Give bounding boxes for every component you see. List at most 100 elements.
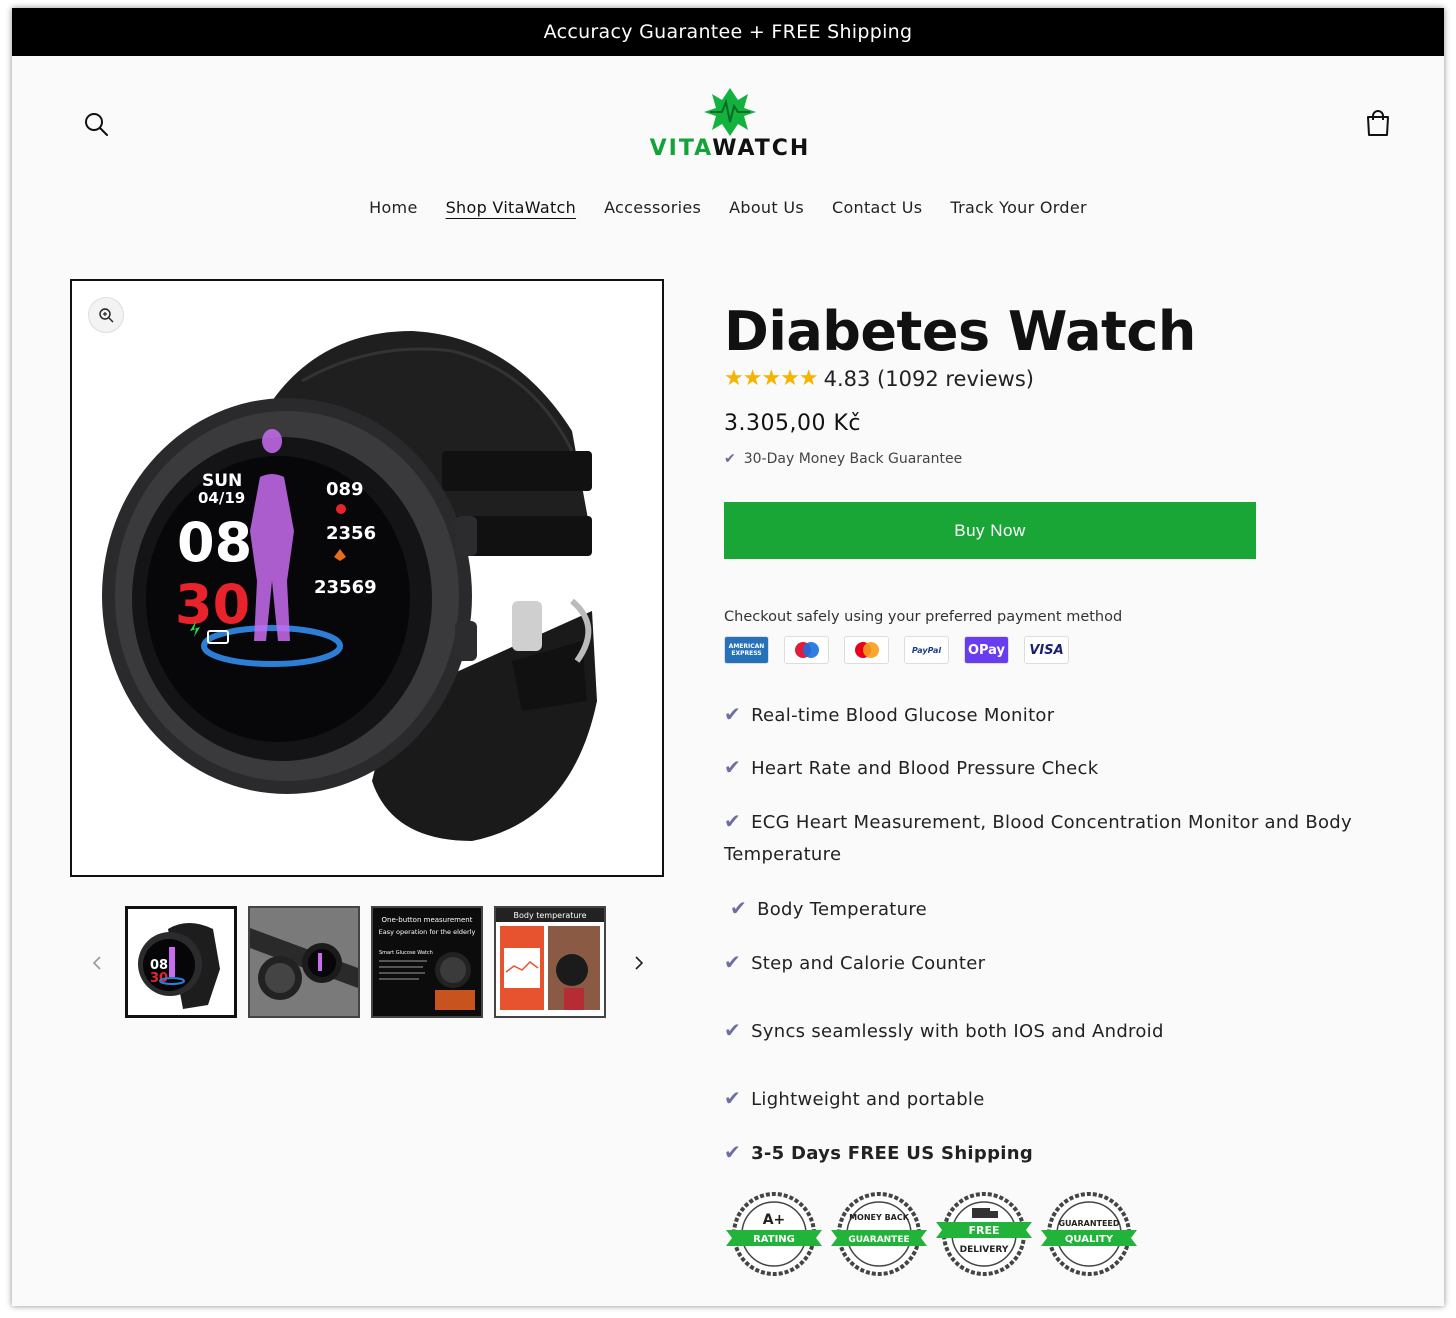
thumb3-line1: One-button measurement xyxy=(382,916,473,924)
watch-day: SUN xyxy=(202,471,242,491)
badge-4-top: GUARANTEED xyxy=(1058,1219,1119,1228)
check-icon: ✔ xyxy=(724,755,742,779)
product-price: 3.305,00 Kč xyxy=(724,411,861,436)
feature-text: 3-5 Days FREE US Shipping xyxy=(751,1143,1034,1164)
chevron-right-icon xyxy=(635,956,644,970)
product-rating[interactable]: ★★★★★ 4.83 (1092 reviews) xyxy=(724,366,1034,391)
badge-4-ribbon: QUALITY xyxy=(1065,1234,1114,1245)
watch-hour: 08 xyxy=(177,511,252,574)
mastercard-icon xyxy=(844,636,889,664)
checkout-text: Checkout safely using your preferred pay… xyxy=(724,609,1123,625)
check-icon: ✔ xyxy=(724,451,736,467)
visa-label: VISA xyxy=(1029,642,1064,658)
badge-1-top: A+ xyxy=(763,1212,786,1228)
feature-item: ✔ 3-5 Days FREE US Shipping xyxy=(724,1135,1033,1171)
check-icon: ✔ xyxy=(724,1140,742,1164)
logo-mark-icon xyxy=(704,88,756,136)
amex-label: AMERICAN EXPRESS xyxy=(728,643,765,657)
check-icon: ✔ xyxy=(724,702,742,726)
opay-label: OPay xyxy=(967,642,1006,658)
thumbnail-prev-button[interactable] xyxy=(86,952,108,974)
logo-part-watch: WATCH xyxy=(712,136,811,161)
feature-text: Lightweight and portable xyxy=(751,1089,985,1110)
product-title: Diabetes Watch xyxy=(724,300,1196,363)
watch-value-1: 089 xyxy=(326,479,364,500)
thumbnail-2[interactable] xyxy=(248,906,360,1018)
feature-text: Temperature xyxy=(724,844,842,865)
smartwatch-image: SUN 04/19 08 30 089 2356 23569 xyxy=(102,331,597,841)
feature-text: Real-time Blood Glucose Monitor xyxy=(751,705,1055,726)
feature-text: Syncs seamlessly with both IOS and Andro… xyxy=(751,1021,1164,1042)
thumbnail-4[interactable]: Body temperature xyxy=(494,906,606,1018)
feature-item: ✔ Body Temperature xyxy=(730,891,927,927)
check-icon: ✔ xyxy=(724,950,742,974)
rating-badge-icon: A+ RATING xyxy=(726,1190,822,1278)
nav-accessories[interactable]: Accessories xyxy=(590,194,715,221)
check-icon: ✔ xyxy=(724,809,742,833)
nav-contact-us[interactable]: Contact Us xyxy=(818,194,936,221)
guarantee-text: 30-Day Money Back Guarantee xyxy=(743,451,963,467)
opay-icon: OPay xyxy=(964,636,1009,664)
page-frame: Accuracy Guarantee + FREE Shipping VITAW… xyxy=(12,8,1444,1306)
thumbnail-3[interactable]: One-button measurement Easy operation fo… xyxy=(371,906,483,1018)
thumbnail-1-image: 08 30 xyxy=(138,923,220,1009)
announcement-bar: Accuracy Guarantee + FREE Shipping xyxy=(12,8,1444,56)
feature-item: ✔ Step and Calorie Counter xyxy=(724,945,985,981)
feature-item: ✔ ECG Heart Measurement, Blood Concentrat… xyxy=(724,804,1352,840)
thumbnail-3-image: One-button measurement Easy operation fo… xyxy=(373,908,481,1016)
feature-item: ✔ Real-time Blood Glucose Monitor xyxy=(724,697,1054,733)
thumbnail-1[interactable]: 08 30 xyxy=(125,906,237,1018)
thumbnail-next-button[interactable] xyxy=(628,952,650,974)
nav-track-order[interactable]: Track Your Order xyxy=(936,194,1100,221)
feature-text: Heart Rate and Blood Pressure Check xyxy=(751,758,1099,779)
trust-badges: A+ RATING MONEY BACK GUARANTEE FREE DELI xyxy=(726,1190,1137,1278)
feature-text: Body Temperature xyxy=(757,899,928,920)
money-back-badge-icon: MONEY BACK GUARANTEE xyxy=(831,1190,927,1278)
feature-item: ✔ Heart Rate and Blood Pressure Check xyxy=(724,750,1098,786)
feature-text: Step and Calorie Counter xyxy=(751,953,986,974)
nav-home[interactable]: Home xyxy=(355,194,431,221)
cart-icon xyxy=(1367,110,1389,136)
feature-item: ✔ Lightweight and portable xyxy=(724,1081,985,1117)
chevron-left-icon xyxy=(92,956,101,970)
maestro-icon xyxy=(784,636,829,664)
payment-methods: AMERICAN EXPRESS PayPal OPay VISA xyxy=(724,636,1069,664)
paypal-label: PayPal xyxy=(911,645,942,655)
check-icon: ✔ xyxy=(724,1018,742,1042)
badge-3-ribbon: DELIVERY xyxy=(960,1245,1009,1255)
thumb3-line2: Easy operation for the elderly xyxy=(379,928,476,936)
feature-text: ECG Heart Measurement, Blood Concentrati… xyxy=(751,812,1352,833)
american-express-icon: AMERICAN EXPRESS xyxy=(724,636,769,664)
free-delivery-badge-icon: FREE DELIVERY xyxy=(936,1190,1032,1278)
feature-item: ✔ Syncs seamlessly with both IOS and Andr… xyxy=(724,1013,1164,1049)
star-rating-icon: ★★★★★ xyxy=(724,366,819,391)
vitawatch-logo[interactable]: VITAWATCH xyxy=(642,86,818,166)
rating-text: 4.83 (1092 reviews) xyxy=(823,366,1034,391)
check-icon: ✔ xyxy=(730,896,748,920)
product-main-image[interactable]: SUN 04/19 08 30 089 2356 23569 xyxy=(70,279,664,877)
thumbnail-2-image xyxy=(250,908,358,1016)
search-icon xyxy=(85,113,108,136)
watch-date: 04/19 xyxy=(198,489,245,507)
guarantee-line: ✔ 30-Day Money Back Guarantee xyxy=(724,451,962,467)
visa-icon: VISA xyxy=(1024,636,1069,664)
badge-1-ribbon: RATING xyxy=(753,1234,795,1245)
guaranteed-quality-badge-icon: GUARANTEED QUALITY xyxy=(1041,1190,1137,1278)
thumb4-title: Body temperature xyxy=(513,911,586,920)
badge-3-top: FREE xyxy=(968,1224,999,1237)
search-button[interactable] xyxy=(82,110,112,140)
watch-value-2: 2356 xyxy=(326,523,376,544)
badge-2-ribbon: GUARANTEE xyxy=(848,1235,909,1245)
logo-part-vita: VITA xyxy=(649,136,713,161)
paypal-icon: PayPal xyxy=(904,636,949,664)
cart-button[interactable] xyxy=(1362,108,1394,140)
nav-about-us[interactable]: About Us xyxy=(715,194,818,221)
main-nav: Home Shop VitaWatch Accessories About Us… xyxy=(12,194,1444,221)
watch-minute: 30 xyxy=(175,573,250,636)
announcement-text: Accuracy Guarantee + FREE Shipping xyxy=(543,21,913,43)
watch-value-3: 23569 xyxy=(314,577,377,598)
nav-shop-vitawatch[interactable]: Shop VitaWatch xyxy=(432,194,590,221)
buy-now-button[interactable]: Buy Now xyxy=(724,502,1256,559)
thumbnail-4-image: Body temperature xyxy=(496,908,604,1016)
badge-2-top: MONEY BACK xyxy=(849,1213,910,1222)
